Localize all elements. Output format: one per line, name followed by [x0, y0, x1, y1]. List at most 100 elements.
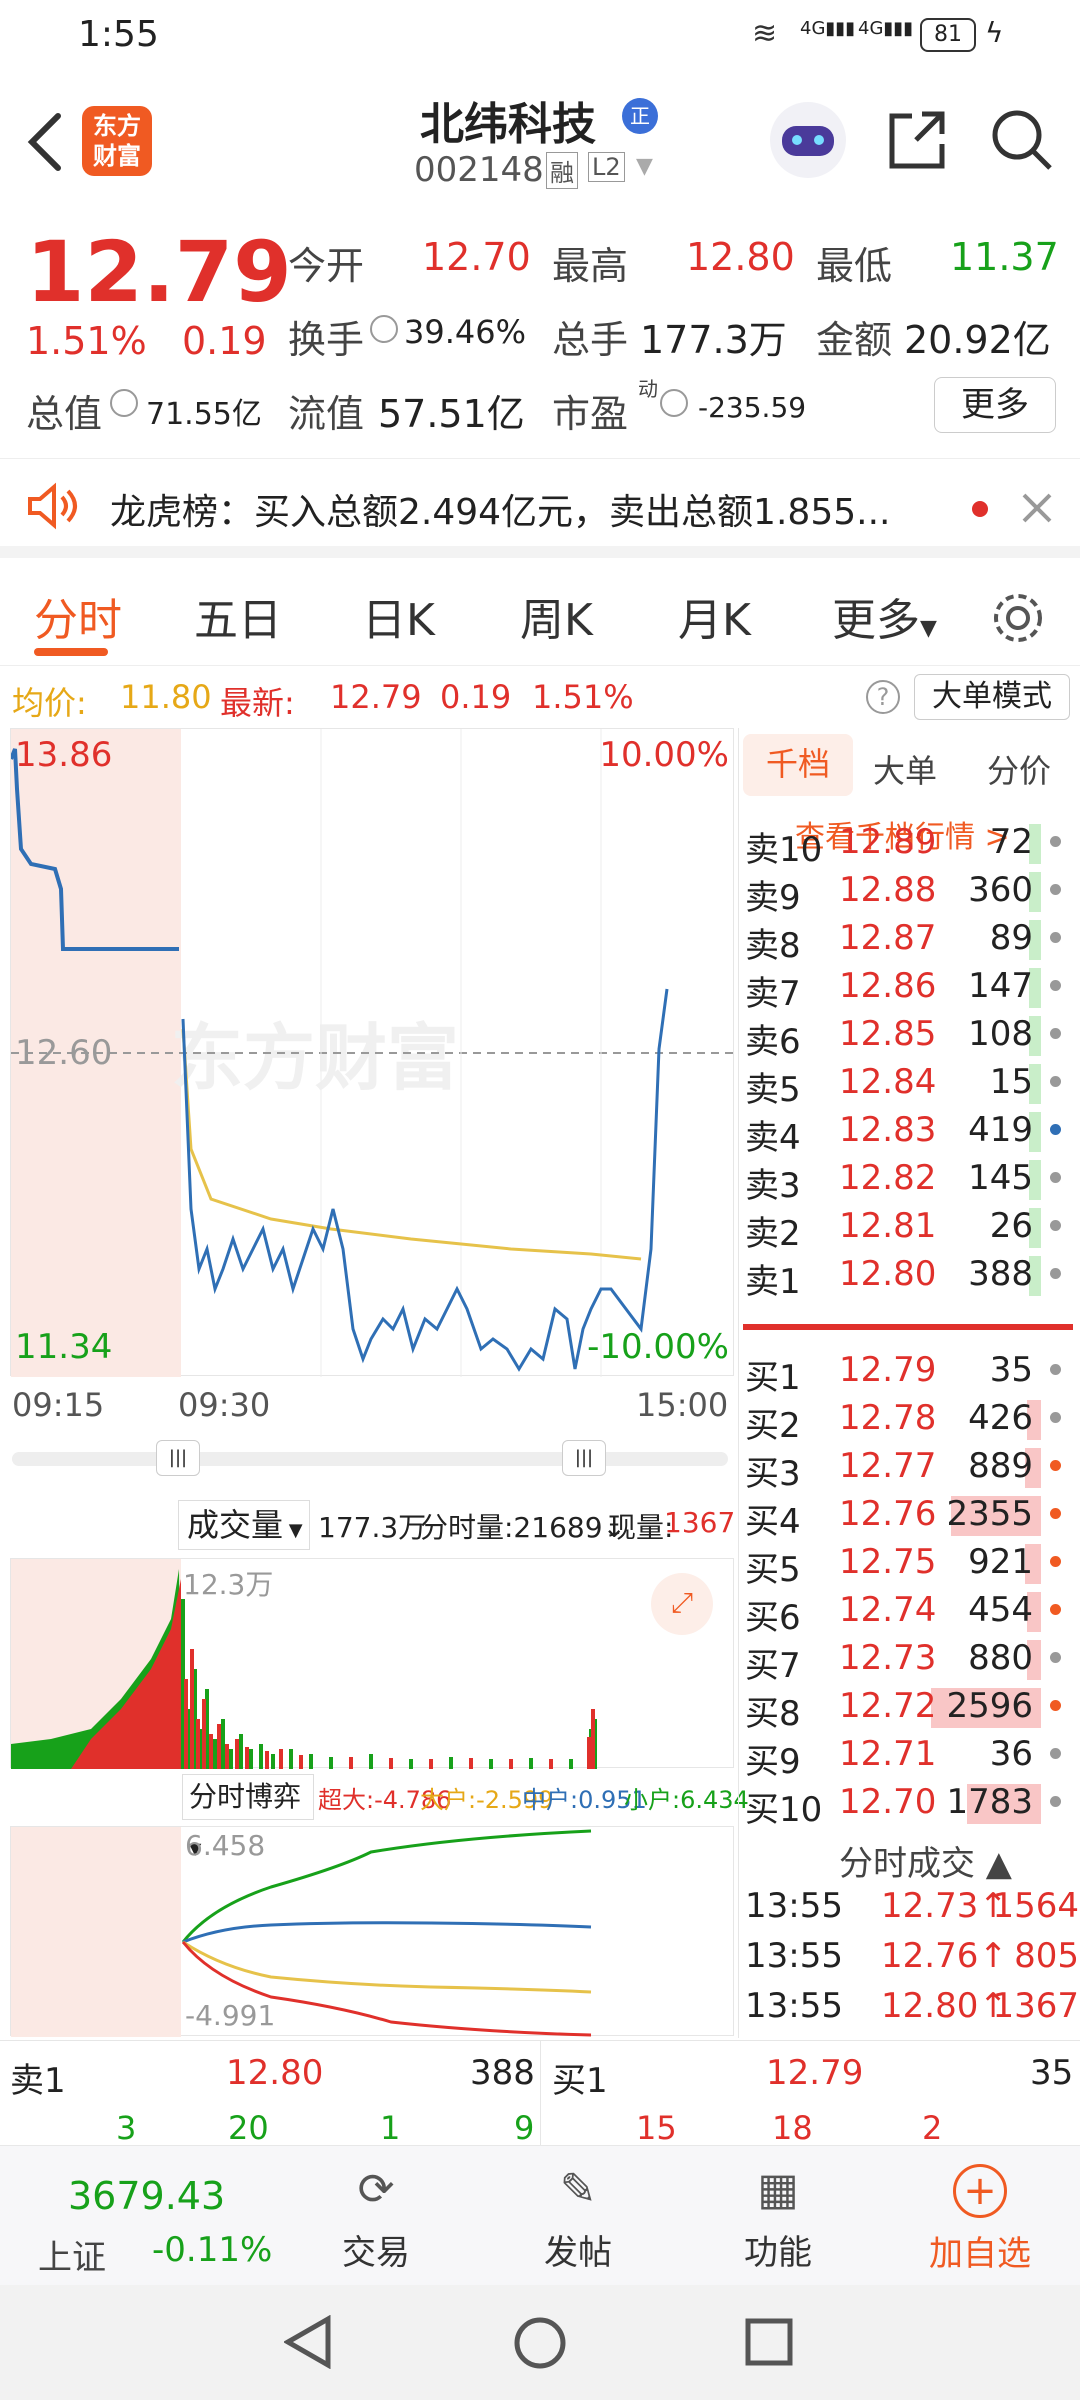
price-change: 0.19 — [182, 319, 267, 363]
range-handle-right[interactable]: ||| — [562, 1440, 606, 1476]
ask-row[interactable]: 卖3 12.82 145 — [739, 1154, 1069, 1206]
ask-row[interactable]: 卖4 12.83 419 — [739, 1106, 1069, 1158]
ask-level: 卖8 — [745, 926, 801, 966]
functions-button[interactable]: ▦ 功能 — [708, 2164, 848, 2274]
dropdown-icon[interactable]: ▼ — [636, 154, 653, 179]
ask-row[interactable]: 卖6 12.85 108 — [739, 1010, 1069, 1062]
ask-volume: 360 — [968, 870, 1033, 910]
bid-row[interactable]: 买6 12.74 454 — [739, 1586, 1069, 1638]
ask-level: 卖3 — [745, 1166, 801, 1206]
bid-volume: 880 — [968, 1638, 1033, 1678]
back-nav-icon[interactable] — [284, 2315, 332, 2369]
home-nav-icon[interactable] — [512, 2315, 568, 2371]
bid-row[interactable]: 买3 12.77 889 — [739, 1442, 1069, 1494]
ask-row[interactable]: 卖1 12.80 388 — [739, 1250, 1069, 1302]
info-icon[interactable] — [660, 389, 688, 417]
ask-row[interactable]: 卖9 12.88 360 — [739, 866, 1069, 918]
marker-dot — [1050, 884, 1061, 895]
ask-row[interactable]: 卖8 12.87 89 — [739, 914, 1069, 966]
expand-icon[interactable]: ⤢ — [651, 1573, 713, 1635]
volume-selector[interactable]: 成交量 ▼ — [178, 1500, 310, 1550]
tab-big-orders[interactable]: 大单 — [873, 746, 937, 792]
open-value: 12.70 — [422, 235, 531, 279]
quote-panel: 12.79 1.51% 0.19 今开 12.70 最高 12.80 最低 11… — [0, 207, 1080, 457]
tab-day-k[interactable]: 日K — [362, 584, 435, 648]
ask1-label: 卖1 — [10, 2061, 66, 2101]
game-chart[interactable]: 6.458 -4.991 — [10, 1826, 734, 2037]
bid-row[interactable]: 买4 12.76 2355 — [739, 1490, 1069, 1542]
high-value: 12.80 — [686, 235, 795, 279]
bid-row[interactable]: 买5 12.75 921 — [739, 1538, 1069, 1590]
chart-tabs: 分时 五日 日K 周K 月K 更多▼ — [0, 566, 1080, 666]
ask-volume: 89 — [989, 918, 1033, 958]
ask1-price: 12.80 — [226, 2053, 324, 2093]
ask-row[interactable]: 卖7 12.86 147 — [739, 962, 1069, 1014]
active-tab-indicator — [34, 648, 108, 656]
assistant-avatar[interactable] — [770, 102, 846, 178]
pct-label-bottom: -10.00% — [587, 1327, 729, 1367]
ask-row[interactable]: 卖5 12.84 15 — [739, 1058, 1069, 1110]
recents-nav-icon[interactable] — [744, 2317, 794, 2367]
tick-price: 12.80 — [881, 1986, 979, 2026]
bid-row[interactable]: 买2 12.78 426 — [739, 1394, 1069, 1446]
back-icon[interactable] — [24, 112, 64, 172]
tab-qiandang[interactable]: 千档 — [743, 734, 853, 796]
amount-label: 金额 — [816, 318, 893, 362]
trade-button[interactable]: ⟳ 交易 — [306, 2164, 446, 2274]
tab-price-distribution[interactable]: 分价 — [987, 746, 1051, 792]
intraday-chart[interactable]: 东方财富 13.86 12.60 11.34 10.00% -10.00% — [10, 728, 735, 1377]
notice-bar[interactable]: 龙虎榜：买入总额2.494亿元，卖出总额1.855... — [0, 458, 1080, 558]
help-icon[interactable]: ? — [866, 680, 900, 714]
time-mid: 09:30 — [178, 1386, 271, 1424]
bottom-toolbar: 3679.43 上证 -0.11% ⟳ 交易 ✎ 发帖 ▦ 功能 + 加自选 — [0, 2145, 1080, 2285]
trades-title[interactable]: 分时成交 ▲ — [839, 1836, 1012, 1885]
close-icon[interactable] — [1020, 491, 1054, 525]
tab-more[interactable]: 更多▼ — [832, 584, 937, 648]
bid-row[interactable]: 买1 12.79 35 — [739, 1346, 1069, 1398]
tab-week-k[interactable]: 周K — [520, 584, 593, 648]
volume-chart[interactable]: 12.3万 ⤢ — [10, 1558, 734, 1769]
latest-value: 12.79 — [330, 678, 422, 716]
bid-price: 12.78 — [839, 1398, 937, 1438]
gear-icon[interactable] — [990, 590, 1046, 646]
tab-month-k[interactable]: 月K — [678, 584, 751, 648]
add-watchlist-button[interactable]: + 加自选 — [910, 2164, 1050, 2275]
ask-row[interactable]: 卖2 12.81 26 — [739, 1202, 1069, 1254]
l2-tag: L2 — [588, 152, 625, 182]
mcap-label: 总值 — [26, 392, 103, 436]
plus-icon: + — [953, 2164, 1007, 2218]
post-button[interactable]: ✎ 发帖 — [508, 2164, 648, 2274]
search-icon[interactable] — [990, 108, 1054, 172]
ask-row[interactable]: 卖10 12.89 72 — [739, 818, 1069, 870]
ask-price: 12.85 — [839, 1014, 937, 1054]
bid-level: 买7 — [745, 1646, 801, 1686]
ask-volume: 26 — [989, 1206, 1033, 1246]
tab-intraday[interactable]: 分时 — [34, 584, 122, 648]
app-logo[interactable]: 东方 财富 — [82, 106, 152, 176]
ask-price: 12.84 — [839, 1062, 937, 1102]
bid-row[interactable]: 买7 12.73 880 — [739, 1634, 1069, 1686]
big-order-mode-button[interactable]: 大单模式 — [914, 674, 1070, 720]
info-icon[interactable] — [370, 315, 398, 343]
order-book: 千档 大单 分价 查看千档行情 > 卖10 12.89 72 卖9 12.88 360 卖8… — [738, 728, 1080, 2038]
more-button[interactable]: 更多 — [934, 377, 1056, 433]
info-icon[interactable] — [110, 389, 138, 417]
tick-time: 13:55 — [745, 1936, 843, 1976]
index-ticker[interactable]: 3679.43 上证 -0.11% — [10, 2146, 280, 2286]
ask-level: 卖10 — [745, 830, 823, 870]
share-icon[interactable] — [886, 108, 948, 170]
ask-price: 12.82 — [839, 1158, 937, 1198]
bid-row[interactable]: 买9 12.71 36 — [739, 1730, 1069, 1782]
bid-row[interactable]: 买10 12.70 1783 — [739, 1778, 1069, 1830]
bid-price: 12.72 — [839, 1686, 937, 1726]
volume-total: 177.3万 — [318, 1511, 427, 1544]
y-label-mid: 12.60 — [15, 1033, 113, 1073]
queue-cell: 18 — [772, 2109, 813, 2147]
trade-tick-row: 13:55 12.76 ↑ 805 — [739, 1936, 1080, 1984]
game-selector[interactable]: 分时博弈 ▼ — [182, 1774, 314, 1858]
tab-five-day[interactable]: 五日 — [194, 584, 282, 648]
bid-row[interactable]: 买8 12.72 2596 — [739, 1682, 1069, 1734]
range-handle-left[interactable]: ||| — [156, 1440, 200, 1476]
wifi-icon: ≋ — [752, 16, 778, 51]
range-slider[interactable] — [12, 1452, 728, 1466]
